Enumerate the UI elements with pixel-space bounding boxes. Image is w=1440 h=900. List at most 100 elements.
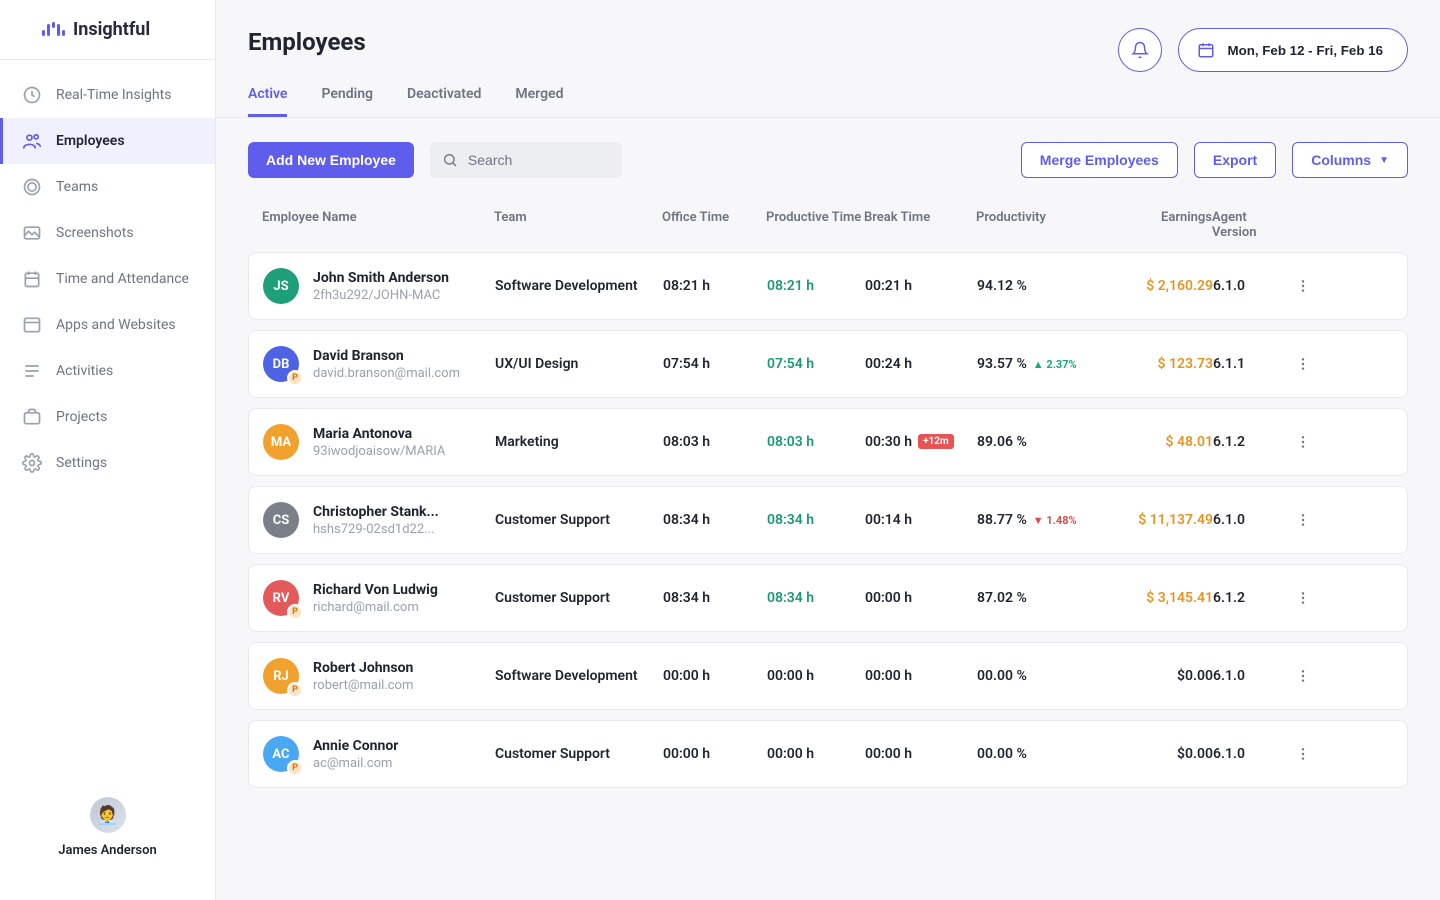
- version-cell: 6.1.2: [1213, 590, 1295, 606]
- team-cell: UX/UI Design: [495, 356, 663, 372]
- export-button[interactable]: Export: [1194, 142, 1276, 178]
- employee-name: David Branson: [313, 348, 460, 364]
- productivity-cell: 00.00 %: [977, 668, 1119, 684]
- col-header[interactable]: Office Time: [662, 210, 766, 240]
- nav-label: Teams: [56, 179, 98, 195]
- productivity-cell: 00.00 %: [977, 746, 1119, 762]
- tab-pending[interactable]: Pending: [321, 86, 373, 117]
- employee-cell: RVP Richard Von Ludwig richard@mail.com: [263, 580, 495, 616]
- employee-sub: hshs729-02sd1d22...: [313, 522, 439, 537]
- employee-sub: richard@mail.com: [313, 600, 438, 615]
- employee-avatar: ACP: [263, 736, 299, 772]
- pending-badge-icon: P: [287, 682, 303, 698]
- office-time-cell: 07:54 h: [663, 356, 767, 372]
- break-time-cell: 00:00 h: [865, 590, 977, 606]
- office-time-cell: 08:34 h: [663, 590, 767, 606]
- table-row[interactable]: RVP Richard Von Ludwig richard@mail.com Cus…: [248, 564, 1408, 632]
- sidebar-item-settings[interactable]: Settings: [0, 440, 215, 486]
- employee-name: Richard Von Ludwig: [313, 582, 438, 598]
- bell-icon: [1131, 41, 1149, 59]
- row-menu-button[interactable]: [1295, 668, 1331, 684]
- version-cell: 6.1.0: [1213, 512, 1295, 528]
- version-cell: 6.1.0: [1213, 746, 1295, 762]
- table-row[interactable]: RJPRobert Johnsonrobert@mail.comSoftware…: [248, 642, 1408, 710]
- profile-name: James Anderson: [58, 843, 157, 858]
- tab-deactivated[interactable]: Deactivated: [407, 86, 481, 117]
- productive-time-cell: 07:54 h: [767, 356, 865, 372]
- search-input-wrap[interactable]: [430, 142, 622, 178]
- logo: Insightful: [0, 0, 215, 60]
- office-time-cell: 08:21 h: [663, 278, 767, 294]
- row-menu-button[interactable]: [1295, 746, 1331, 762]
- office-time-cell: 08:03 h: [663, 434, 767, 450]
- nav-icon: [22, 131, 42, 151]
- office-time-cell: 08:34 h: [663, 512, 767, 528]
- pending-badge-icon: P: [287, 370, 303, 386]
- add-employee-button[interactable]: Add New Employee: [248, 142, 414, 178]
- employee-avatar: RVP: [263, 580, 299, 616]
- toolbar: Add New Employee Merge Employees Export …: [216, 118, 1440, 198]
- pending-badge-icon: P: [287, 760, 303, 776]
- table-row[interactable]: JSJohn Smith Anderson2fh3u292/JOHN-MACSo…: [248, 252, 1408, 320]
- earnings-cell: $ 3,145.41: [1119, 590, 1213, 606]
- col-header[interactable]: Agent Version: [1212, 210, 1294, 240]
- col-header[interactable]: Break Time: [864, 210, 976, 240]
- row-menu-button[interactable]: [1295, 278, 1331, 294]
- employees-table: Employee NameTeamOffice TimeProductive T…: [248, 198, 1408, 788]
- sidebar-item-activities[interactable]: Activities: [0, 348, 215, 394]
- productive-time-cell: 08:34 h: [767, 590, 865, 606]
- team-cell: Software Development: [495, 668, 663, 684]
- row-menu-button[interactable]: [1295, 512, 1331, 528]
- break-time-cell: 00:30 h+12m: [865, 434, 977, 450]
- table-row[interactable]: DBPDavid Bransondavid.branson@mail.comUX…: [248, 330, 1408, 398]
- merge-button[interactable]: Merge Employees: [1021, 142, 1178, 178]
- tab-merged[interactable]: Merged: [515, 86, 563, 117]
- table-header: Employee NameTeamOffice TimeProductive T…: [248, 198, 1408, 252]
- col-header[interactable]: Earnings: [1118, 210, 1212, 240]
- team-cell: Marketing: [495, 434, 663, 450]
- sidebar-item-real-time-insights[interactable]: Real-Time Insights: [0, 72, 215, 118]
- col-header[interactable]: Productive Time: [766, 210, 864, 240]
- team-cell: Customer Support: [495, 590, 663, 606]
- version-cell: 6.1.0: [1213, 278, 1295, 294]
- productivity-cell: 93.57 %▲ 2.37%: [977, 356, 1119, 372]
- employee-name: Christopher Stank...: [313, 504, 439, 520]
- employee-cell: MAMaria Antonova93iwodjoaisow/MARIA: [263, 424, 495, 460]
- employee-avatar: DBP: [263, 346, 299, 382]
- employee-sub: 2fh3u292/JOHN-MAC: [313, 288, 449, 303]
- table-row[interactable]: MAMaria Antonova93iwodjoaisow/MARIAMarke…: [248, 408, 1408, 476]
- page-title: Employees: [248, 28, 366, 56]
- sidebar-item-employees[interactable]: Employees: [0, 118, 215, 164]
- break-time-cell: 00:00 h: [865, 746, 977, 762]
- sidebar-item-screenshots[interactable]: Screenshots: [0, 210, 215, 256]
- sidebar-item-apps-and-websites[interactable]: Apps and Websites: [0, 302, 215, 348]
- profile-block[interactable]: 🧑‍💼 James Anderson: [0, 775, 215, 900]
- col-header[interactable]: Team: [494, 210, 662, 240]
- search-icon: [442, 152, 458, 168]
- employee-avatar: MA: [263, 424, 299, 460]
- nav-icon: [22, 315, 42, 335]
- row-menu-button[interactable]: [1295, 590, 1331, 606]
- table-row[interactable]: ACPAnnie Connorac@mail.comCustomer Suppo…: [248, 720, 1408, 788]
- nav-label: Apps and Websites: [56, 317, 176, 333]
- columns-button[interactable]: Columns ▼: [1292, 142, 1408, 178]
- notifications-button[interactable]: [1118, 28, 1162, 72]
- tab-active[interactable]: Active: [248, 86, 287, 117]
- date-range-button[interactable]: Mon, Feb 12 - Fri, Feb 16: [1178, 28, 1408, 72]
- col-header[interactable]: Employee Name: [262, 210, 494, 240]
- nav-icon: [22, 453, 42, 473]
- pending-badge-icon: P: [287, 604, 303, 620]
- row-menu-button[interactable]: [1295, 356, 1331, 372]
- col-header[interactable]: Productivity: [976, 210, 1118, 240]
- employee-cell: RJPRobert Johnsonrobert@mail.com: [263, 658, 495, 694]
- search-input[interactable]: [466, 151, 651, 169]
- sidebar-item-projects[interactable]: Projects: [0, 394, 215, 440]
- table-row[interactable]: CSChristopher Stank...hshs729-02sd1d22..…: [248, 486, 1408, 554]
- nav-label: Activities: [56, 363, 113, 379]
- table-body: JSJohn Smith Anderson2fh3u292/JOHN-MACSo…: [248, 252, 1408, 788]
- productive-time-cell: 00:00 h: [767, 668, 865, 684]
- nav-icon: [22, 361, 42, 381]
- sidebar-item-teams[interactable]: Teams: [0, 164, 215, 210]
- row-menu-button[interactable]: [1295, 434, 1331, 450]
- sidebar-item-time-and-attendance[interactable]: Time and Attendance: [0, 256, 215, 302]
